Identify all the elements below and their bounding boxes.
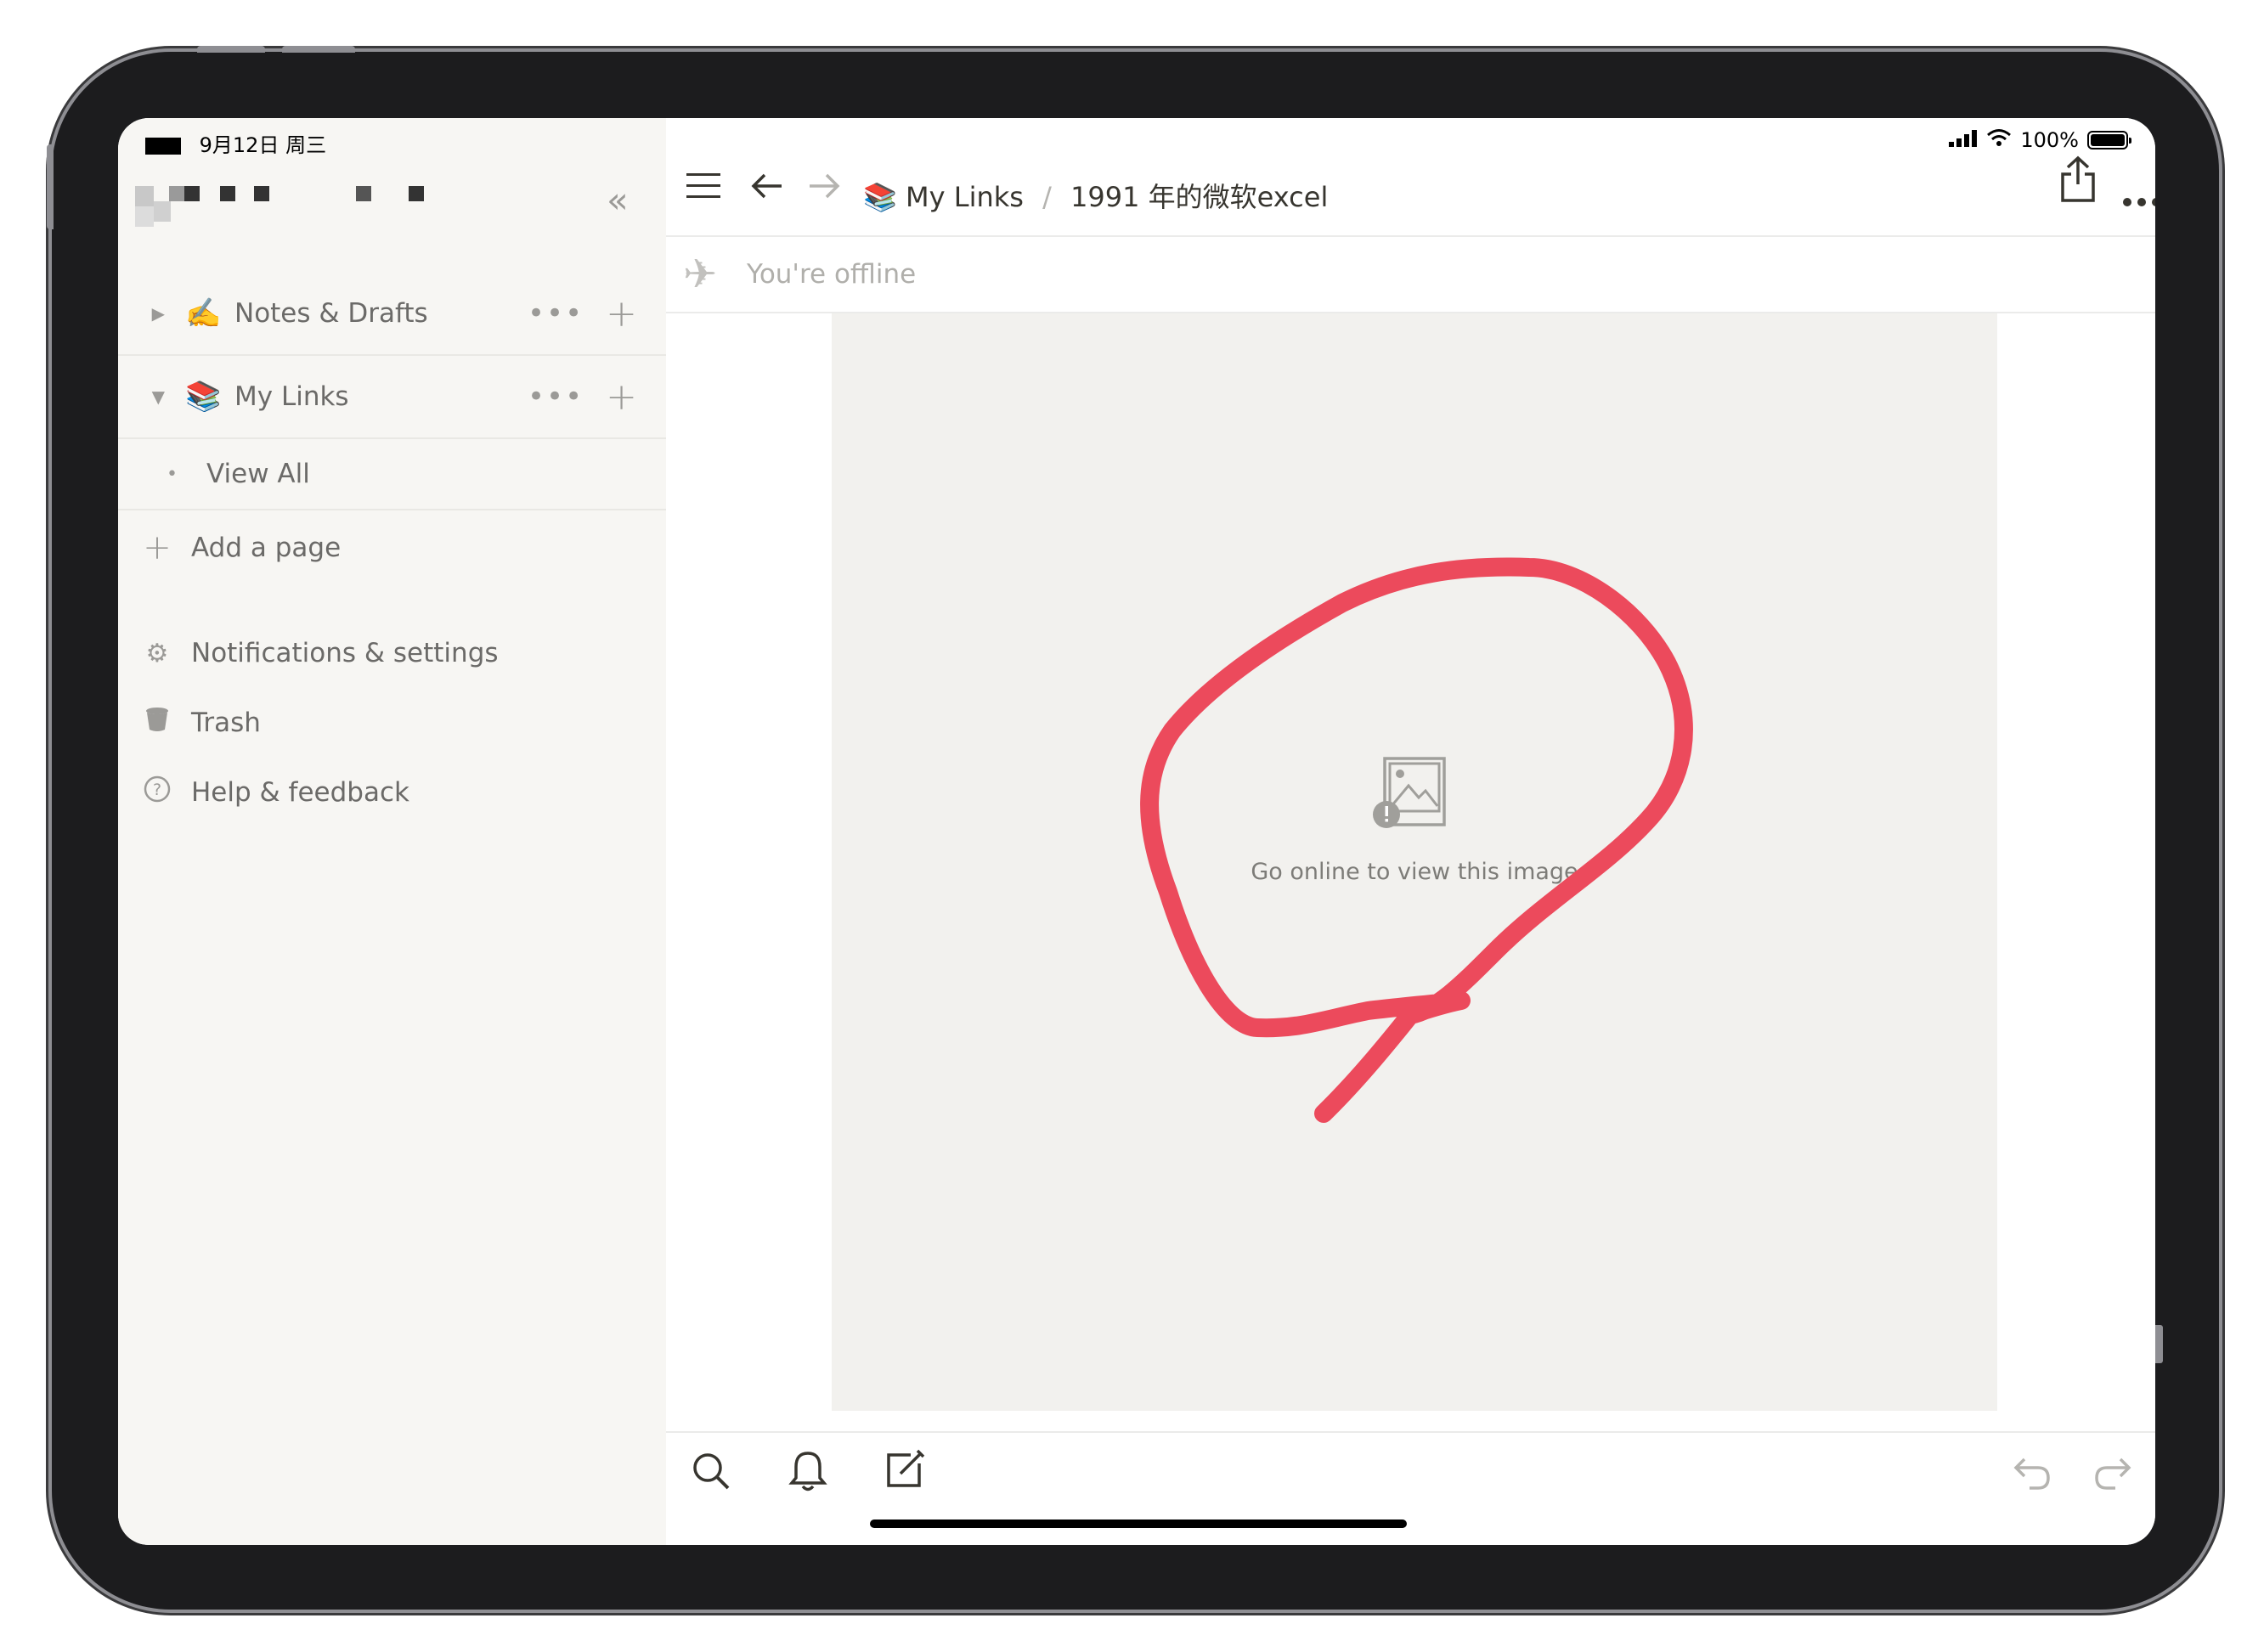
gear-icon: ⚙ [145,638,169,668]
sidebar-item-view-all[interactable]: • View All [118,439,666,510]
airplane-icon: ✈ [683,251,718,298]
add-page-button[interactable]: + Add a page [118,514,341,582]
breadcrumb-parent[interactable]: My Links [906,181,1024,213]
breadcrumb-current[interactable]: 1991 年的微软excel [1070,181,1328,213]
forward-arrow-icon[interactable] [806,167,840,209]
image-placeholder[interactable]: Go online to view this image [832,313,1997,1411]
compose-icon[interactable] [885,1448,926,1498]
collapse-arrow-icon[interactable]: ▼ [118,386,165,407]
help-icon: ? [123,775,191,810]
bottom-toolbar [666,1431,2155,1545]
svg-text:?: ? [153,781,161,799]
image-offline-message: Go online to view this image [1251,859,1578,885]
offline-message: You're offline [747,259,917,290]
search-icon[interactable] [692,1452,731,1500]
side-button [2154,1325,2163,1363]
home-indicator [870,1520,1407,1528]
screen: 9月12日 周三 « ▶ ✍️ Notes & Drafts ••• + ▼ 📚… [118,118,2155,1545]
workspace-name-redacted[interactable] [135,186,560,228]
offline-banner: ✈ You're offline [666,237,2155,313]
section-label: My Links [234,381,349,412]
side-button [47,144,54,229]
breadcrumb: 📚 My Links / 1991 年的微软excel [863,176,1328,215]
section-label: Notes & Drafts [234,298,428,329]
redo-icon[interactable] [2093,1453,2132,1499]
share-icon[interactable] [2059,155,2097,211]
bell-icon[interactable] [788,1450,827,1502]
expand-arrow-icon[interactable]: ▶ [118,303,165,324]
breadcrumb-emoji: 📚 [863,181,897,213]
breadcrumb-separator: / [1042,181,1052,213]
trash-button[interactable]: Trash [118,689,261,757]
hamburger-menu-icon[interactable] [686,167,720,209]
status-bar-left: 9月12日 周三 [145,128,326,158]
top-toolbar: 📚 My Links / 1991 年的微软excel [666,118,2155,237]
menu-label: Notifications & settings [191,638,499,668]
trash-icon [123,706,191,740]
collapse-sidebar-icon[interactable]: « [607,179,629,221]
back-arrow-icon[interactable] [751,167,785,209]
menu-label: Help & feedback [191,777,409,808]
volume-button [282,46,355,53]
volume-button [197,46,265,53]
plus-icon: + [143,528,172,567]
add-page-label: Add a page [191,533,342,563]
redacted-time [145,138,181,155]
help-feedback-button[interactable]: ? Help & feedback [118,758,409,826]
notifications-settings-button[interactable]: ⚙ Notifications & settings [118,619,499,687]
main-content: 100% 📚 My Links / 1991 年的微软excel ✈ You'r… [666,118,2155,1545]
more-options-icon[interactable]: ••• [528,380,584,414]
undo-icon[interactable] [2013,1453,2052,1499]
add-icon[interactable]: + [606,292,637,335]
menu-label: Trash [191,708,261,738]
more-options-icon[interactable] [2122,174,2155,216]
section-emoji: ✍️ [185,296,222,330]
more-options-icon[interactable]: ••• [528,296,584,330]
sidebar-section-my-links[interactable]: ▼ 📚 My Links ••• + [118,356,666,439]
sidebar: 9月12日 周三 « ▶ ✍️ Notes & Drafts ••• + ▼ 📚… [118,118,666,1545]
broken-image-icon [1373,755,1448,833]
add-icon[interactable]: + [606,375,637,419]
sidebar-section-notes-drafts[interactable]: ▶ ✍️ Notes & Drafts ••• + [118,273,666,356]
section-emoji: 📚 [185,380,222,414]
bullet-icon: • [167,463,178,485]
status-date: 9月12日 周三 [199,133,327,157]
view-all-label: View All [206,459,310,489]
